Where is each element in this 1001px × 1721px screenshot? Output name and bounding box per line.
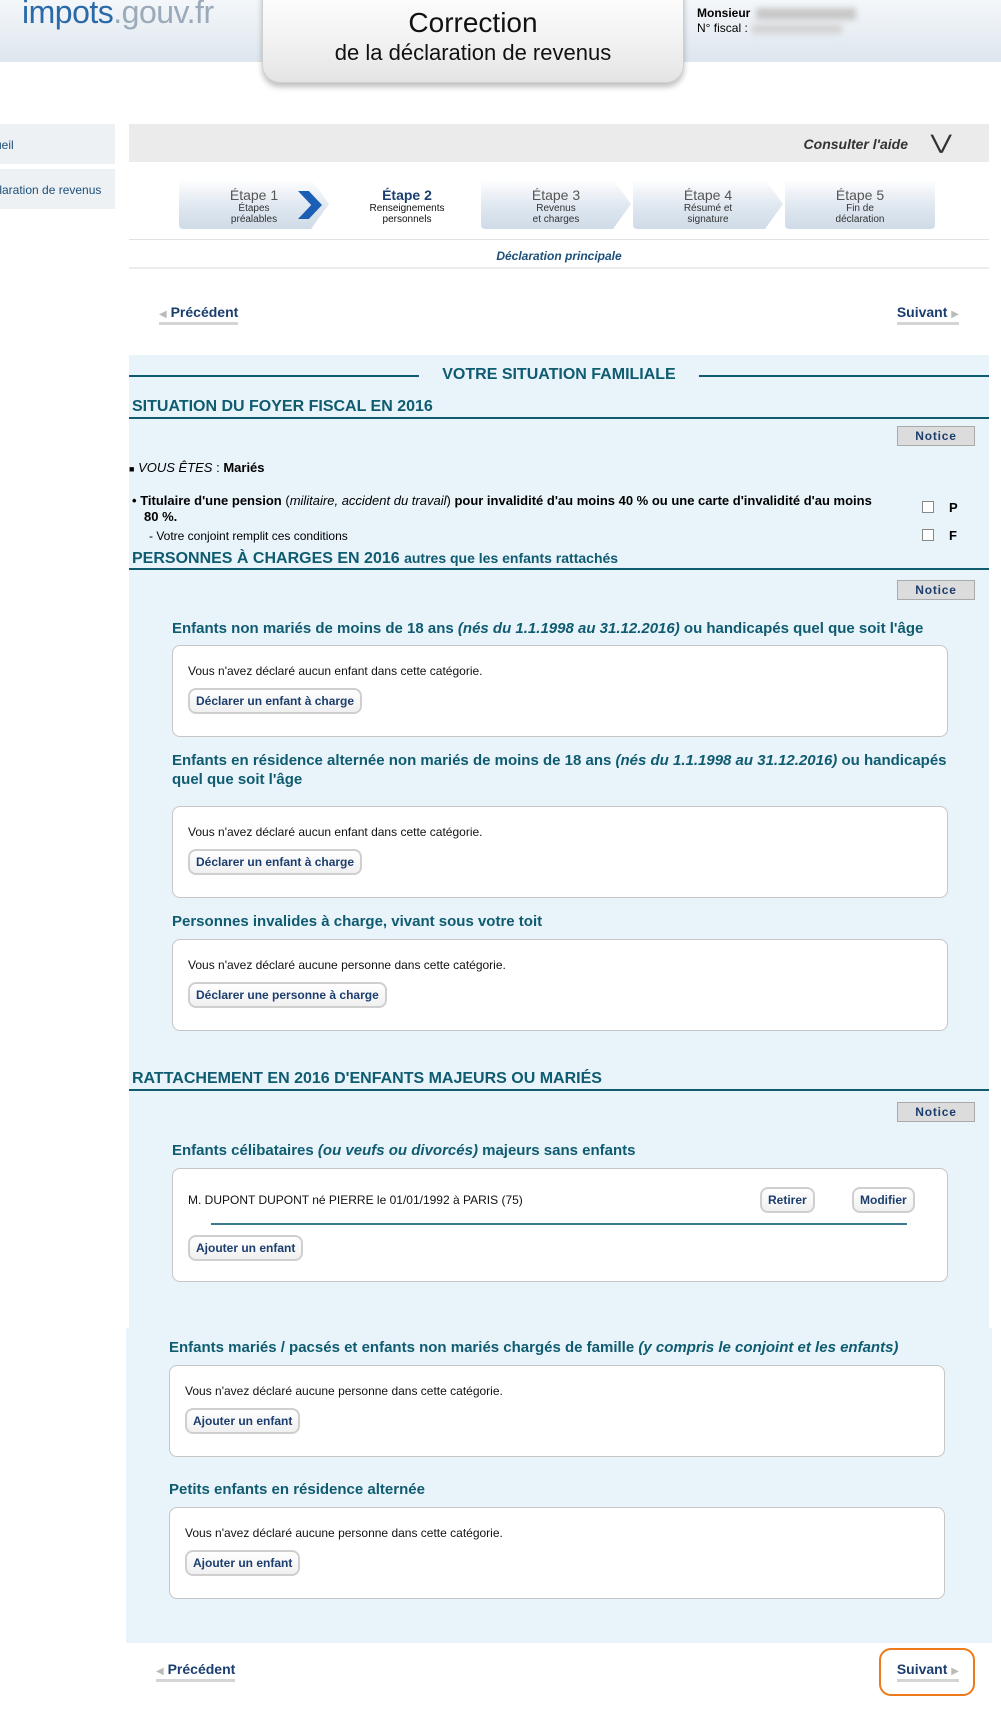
user-name-redacted [756, 7, 857, 20]
nav-item-accueil[interactable]: Accueil [0, 124, 115, 164]
step-3[interactable]: Étape 3 Revenus et charges [481, 179, 631, 229]
top-nav-row: ◀ Précédent Suivant ▶ [129, 269, 989, 355]
empty-message: Vous n'avez déclaré aucune personne dans… [188, 958, 506, 972]
vous-etes-value: Mariés [223, 460, 265, 475]
category-title: Enfants mariés / pacsés et enfants non m… [169, 1339, 899, 1356]
declare-person-button[interactable]: Déclarer une personne à charge [188, 982, 387, 1008]
category-title: Enfants non mariés de moins de 18 ans (n… [172, 620, 924, 637]
notice-button-rattachement[interactable]: Notice [897, 1102, 975, 1122]
category-box: M. DUPONT DUPONT né PIERRE le 01/01/1992… [172, 1168, 948, 1282]
add-child-button[interactable]: Ajouter un enfant [188, 1235, 304, 1261]
declaration-label: Déclaration principale [129, 239, 989, 269]
site-header: impots.gouv.fr Correction de la déclarat… [0, 0, 1001, 83]
site-logo[interactable]: impots.gouv.fr [22, 0, 214, 31]
checkbox-pension-f[interactable] [922, 529, 934, 541]
foyer-heading: SITUATION DU FOYER FISCAL EN 2016 [129, 397, 989, 419]
user-civility-label: Monsieur [697, 6, 751, 20]
category-title: Personnes invalides à charge, vivant sou… [172, 913, 543, 930]
letter-p: P [949, 500, 958, 515]
triangle-left-icon: ◀ [159, 309, 167, 320]
triangle-left-icon: ◀ [156, 1666, 164, 1677]
notice-button-charges[interactable]: Notice [897, 580, 975, 600]
remove-child-button[interactable]: Retirer [760, 1187, 815, 1213]
previous-button[interactable]: ◀ Précédent [159, 304, 239, 325]
category-box: Vous n'avez déclaré aucune personne dans… [169, 1507, 945, 1599]
step-4[interactable]: Étape 4 Résumé et signature [633, 179, 783, 229]
category-title: Enfants célibataires (ou veufs ou divorc… [172, 1142, 636, 1159]
tax-number-redacted [751, 23, 842, 34]
help-link[interactable]: Consulter l'aide [804, 136, 908, 152]
triangle-right-icon: ▶ [951, 309, 959, 320]
section-header: VOTRE SITUATION FAMILIALE [129, 355, 989, 397]
entry-divider [211, 1223, 907, 1225]
main-content: Consulter l'aide ⋁ Étape 1 Étapes préala… [126, 124, 992, 1643]
declare-child-button[interactable]: Déclarer un enfant à charge [188, 688, 363, 714]
user-identity: Monsieur N° fiscal : [697, 6, 857, 36]
tax-number-label: N° fiscal : [697, 21, 748, 35]
progress-steps: Étape 1 Étapes préalables Étape 2 Rensei… [129, 179, 989, 239]
next-button[interactable]: Suivant ▶ [896, 304, 959, 325]
category-title: Petits enfants en résidence alternée [169, 1481, 425, 1498]
empty-message: Vous n'avez déclaré aucune personne dans… [185, 1384, 503, 1398]
charges-heading: PERSONNES À CHARGES EN 2016 autres que l… [129, 548, 989, 570]
left-navigation: Accueil Déclaration de revenus [0, 124, 115, 214]
notice-button-foyer[interactable]: Notice [897, 426, 975, 446]
bottom-nav-row: ◀ Précédent Suivant ▶ [129, 1640, 989, 1700]
previous-button-bottom[interactable]: ◀ Précédent [156, 1661, 236, 1682]
vous-etes-line: ■ VOUS ÊTES : Mariés [129, 460, 265, 475]
category-box: Vous n'avez déclaré aucune personne dans… [169, 1365, 945, 1457]
conjoint-line: - Votre conjoint remplit ces conditions [149, 529, 348, 543]
declare-child-button[interactable]: Déclarer un enfant à charge [188, 849, 363, 875]
triangle-right-icon: ▶ [951, 1666, 959, 1677]
add-child-button[interactable]: Ajouter un enfant [185, 1550, 301, 1576]
category-title: Enfants en résidence alternée non mariés… [172, 752, 947, 788]
category-box: Vous n'avez déclaré aucun enfant dans ce… [172, 806, 948, 898]
next-button-bottom[interactable]: Suivant ▶ [896, 1661, 959, 1682]
modify-child-button[interactable]: Modifier [852, 1187, 915, 1213]
double-chevron-down-icon[interactable]: ⋁ [930, 130, 951, 155]
nav-item-declaration[interactable]: Déclaration de revenus [0, 169, 115, 209]
attached-child-entry: M. DUPONT DUPONT né PIERRE le 01/01/1992… [188, 1193, 523, 1207]
step-1[interactable]: Étape 1 Étapes préalables [179, 179, 329, 229]
page-subtitle: de la déclaration de revenus [334, 40, 612, 65]
rattachement-heading: RATTACHEMENT EN 2016 D'ENFANTS MAJEURS O… [129, 1069, 989, 1091]
checkbox-pension-p[interactable] [922, 501, 934, 513]
category-box: Vous n'avez déclaré aucun enfant dans ce… [172, 645, 948, 737]
help-bar: Consulter l'aide ⋁ [129, 124, 989, 162]
add-child-button[interactable]: Ajouter un enfant [185, 1408, 301, 1434]
page-title: Correction [408, 7, 538, 38]
step-2[interactable]: Étape 2 Renseignements personnels [298, 179, 482, 229]
page-title-box: Correction de la déclaration de revenus [262, 0, 684, 83]
category-box: Vous n'avez déclaré aucune personne dans… [172, 939, 948, 1031]
family-situation-panel-lower: Enfants mariés / pacsés et enfants non m… [126, 1328, 992, 1643]
step-5[interactable]: Étape 5 Fin de déclaration [785, 179, 935, 229]
empty-message: Vous n'avez déclaré aucun enfant dans ce… [188, 825, 483, 839]
pension-line: • Titulaire d'une pension (militaire, ac… [132, 493, 872, 524]
empty-message: Vous n'avez déclaré aucun enfant dans ce… [188, 664, 483, 678]
empty-message: Vous n'avez déclaré aucune personne dans… [185, 1526, 503, 1540]
letter-f: F [949, 528, 957, 543]
